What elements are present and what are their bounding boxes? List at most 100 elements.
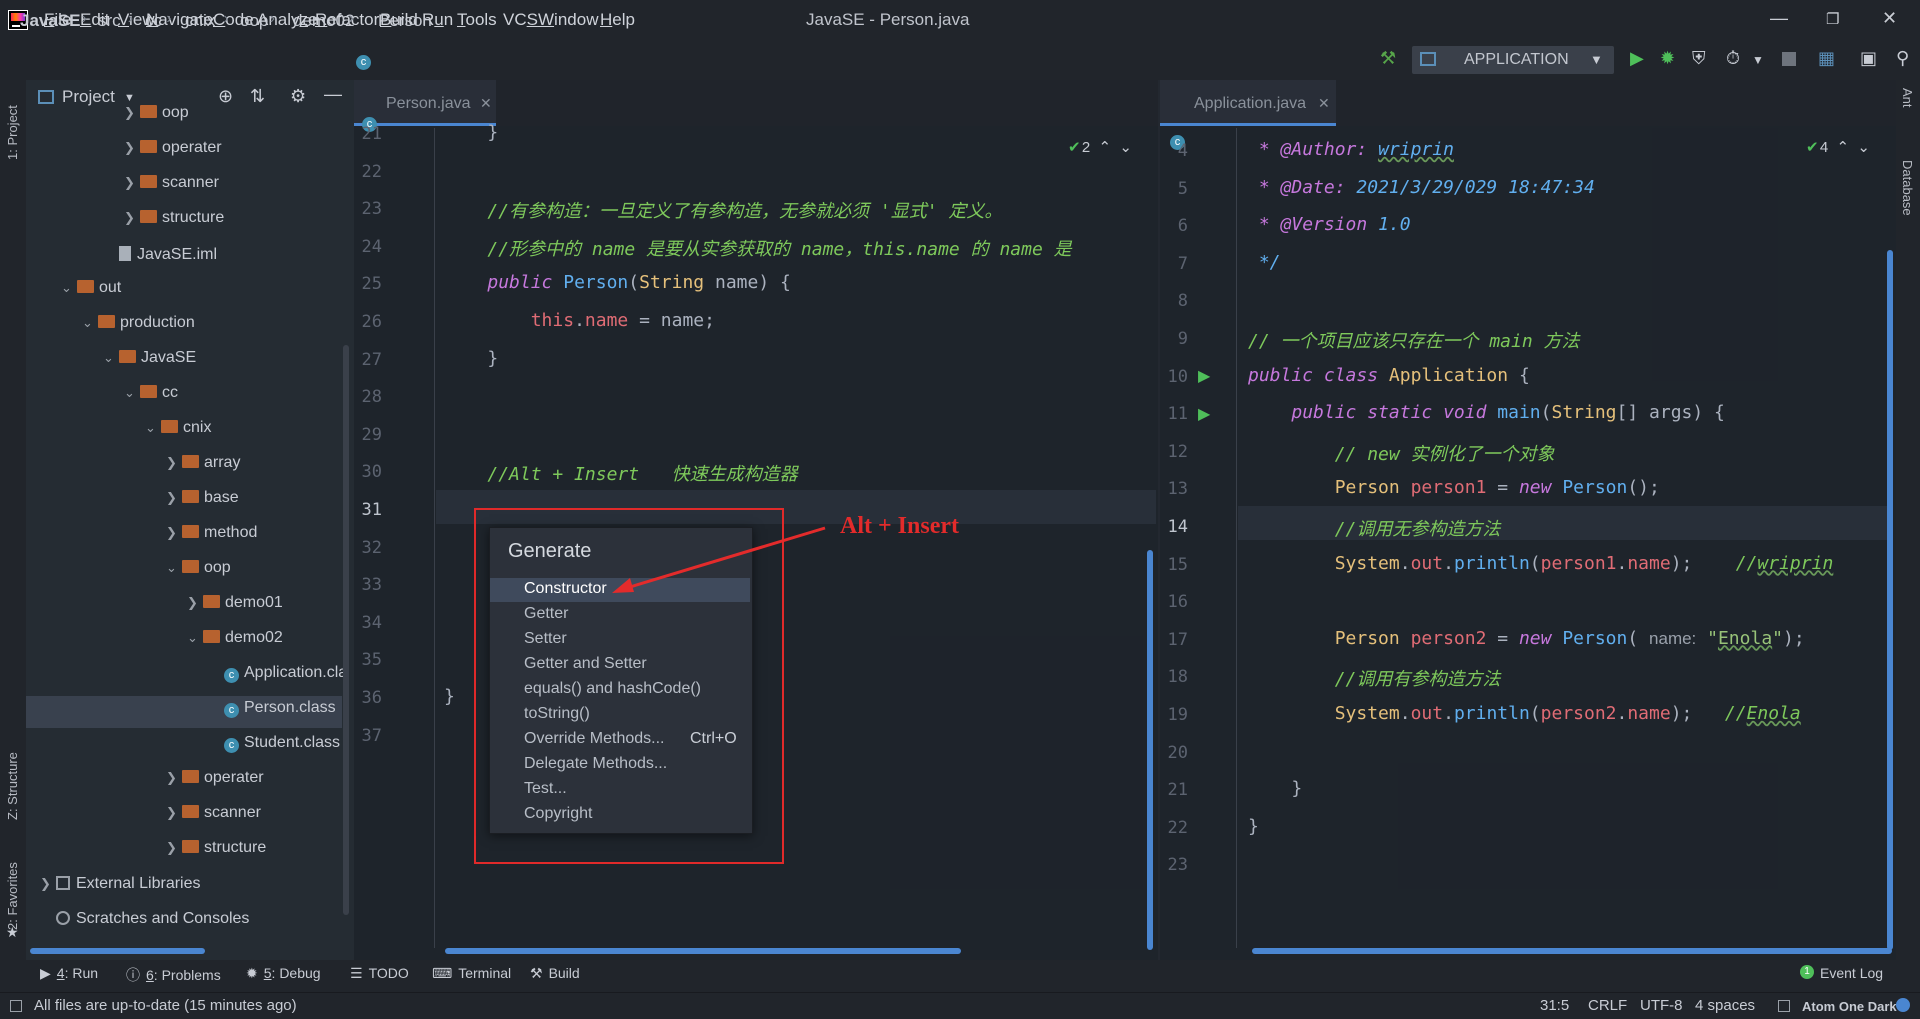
- folder-row-javase[interactable]: ⌄ JavaSE: [103, 349, 196, 367]
- code-line[interactable]: // new 实例化了一个对象: [1248, 440, 1555, 466]
- generate-item-tostring[interactable]: toString(): [524, 705, 590, 723]
- code-line[interactable]: // 一个项目应该只存在一个 main 方法: [1248, 327, 1580, 353]
- database-tool-button[interactable]: Database: [1900, 160, 1915, 240]
- code-line[interactable]: Person person2 = new Person( name: "Enol…: [1248, 628, 1805, 649]
- chevron-icon[interactable]: ❯: [124, 140, 140, 156]
- code-line[interactable]: public Person(String name) {: [444, 272, 790, 293]
- folder-row-base[interactable]: ❯ base: [166, 489, 239, 507]
- breadcrumb-cnix[interactable]: cnix: [185, 11, 215, 31]
- inspection-widget[interactable]: ✔ 2 ⌃ ⌄: [1068, 138, 1132, 156]
- breadcrumb-javase[interactable]: JavaSE: [20, 11, 81, 31]
- folder-row-demo02[interactable]: ⌄ demo02: [187, 629, 283, 647]
- project-scrollbar[interactable]: [343, 345, 349, 915]
- folder-row-out[interactable]: ⌄ out: [61, 279, 121, 297]
- ant-tool-button[interactable]: Ant: [1900, 88, 1915, 138]
- line-separator[interactable]: CRLF: [1588, 997, 1627, 1014]
- run-gutter-icon[interactable]: ▶: [1198, 404, 1210, 424]
- folder-row-operater[interactable]: ❯ operater: [166, 769, 264, 787]
- menu-vcs[interactable]: VCS: [503, 10, 538, 30]
- folder-row-oop[interactable]: ❯ oop: [124, 104, 189, 122]
- code-line[interactable]: public class Application {: [1248, 365, 1530, 386]
- chevron-down-icon[interactable]: ▼: [124, 92, 135, 104]
- folder-row-structure[interactable]: ❯ structure: [166, 839, 266, 857]
- chevron-icon[interactable]: ❯: [124, 105, 140, 121]
- caret-position[interactable]: 31:5: [1540, 997, 1569, 1014]
- code-line[interactable]: * @Date: 2021/3/29/029 18:47:34: [1248, 177, 1595, 198]
- chevron-icon[interactable]: ⌄: [82, 315, 98, 331]
- code-line[interactable]: //有参构造：一旦定义了有参构造，无参就必须 '显式' 定义。: [444, 197, 1002, 223]
- theme-name[interactable]: Atom One Dark: [1802, 999, 1897, 1014]
- collapse-icon[interactable]: ⇅: [250, 86, 265, 107]
- profile-icon[interactable]: ⏱: [1726, 48, 1740, 69]
- file-row-application-cla[interactable]: c Application.cla: [208, 664, 347, 683]
- editor-hscrollbar[interactable]: [445, 948, 961, 954]
- code-line[interactable]: //形参中的 name 是要从实参获取的 name，this.name 的 na…: [444, 235, 1071, 261]
- restore-icon[interactable]: ❐: [1826, 10, 1839, 28]
- event-log-button[interactable]: Event Log: [1820, 965, 1883, 981]
- menu-tools[interactable]: Tools: [457, 10, 497, 30]
- chevron-icon[interactable]: ⌄: [124, 385, 140, 401]
- code-line[interactable]: //Alt + Insert 快速生成构造器: [444, 460, 797, 486]
- search-icon[interactable]: ⚲: [1896, 48, 1909, 69]
- breadcrumb-demo02[interactable]: demo02: [293, 11, 354, 31]
- folder-row-cnix[interactable]: ⌄ cnix: [145, 419, 211, 437]
- code-line[interactable]: }: [1248, 778, 1302, 799]
- file-encoding[interactable]: UTF-8: [1640, 997, 1683, 1014]
- code-line[interactable]: */: [1248, 252, 1281, 273]
- breadcrumb-src[interactable]: src: [98, 11, 121, 31]
- code-line[interactable]: System.out.println(person1.name); //wrip…: [1248, 553, 1834, 574]
- generate-item-constructor[interactable]: Constructor: [524, 580, 607, 598]
- code-line[interactable]: this.name = name;: [444, 310, 715, 331]
- chevron-icon[interactable]: ❯: [40, 876, 56, 892]
- layout-icon[interactable]: ▣: [1860, 48, 1877, 69]
- editor-hscrollbar-right[interactable]: [1252, 948, 1892, 954]
- run-gutter-icon[interactable]: ▶: [1198, 366, 1210, 386]
- project-tool-button[interactable]: 1: Project: [5, 90, 20, 160]
- code-line[interactable]: Person person1 = new Person();: [1248, 477, 1660, 498]
- code-line[interactable]: }: [1248, 816, 1259, 837]
- chevron-icon[interactable]: ❯: [166, 455, 182, 471]
- tool-todo[interactable]: ☰ TODO: [350, 965, 409, 982]
- folder-row-array[interactable]: ❯ array: [166, 454, 240, 472]
- chevron-icon[interactable]: ⌄: [103, 350, 119, 366]
- folder-row-operater[interactable]: ❯ operater: [124, 139, 222, 157]
- folder-row-production[interactable]: ⌄ production: [82, 314, 195, 332]
- debug-icon[interactable]: ✹: [1660, 48, 1675, 69]
- file-row-person-class[interactable]: c Person.class: [208, 699, 336, 718]
- indent-setting[interactable]: 4 spaces: [1695, 997, 1755, 1014]
- menu-help[interactable]: Help: [600, 10, 635, 30]
- chevron-icon[interactable]: ❯: [166, 525, 182, 541]
- file-row-external-libraries[interactable]: ❯ External Libraries: [40, 874, 201, 893]
- build-hammer-icon[interactable]: ⚒: [1380, 48, 1396, 69]
- generate-item-test[interactable]: Test...: [524, 780, 567, 798]
- minimize-icon[interactable]: —: [1770, 8, 1788, 29]
- generate-item-copyright[interactable]: Copyright: [524, 805, 592, 823]
- project-panel-title[interactable]: Project: [62, 87, 115, 107]
- tool-debug[interactable]: ✹ 5: Debug: [246, 965, 321, 982]
- breadcrumb-oop[interactable]: oop: [240, 11, 268, 31]
- chevron-icon[interactable]: ⌄: [61, 280, 77, 296]
- code-line[interactable]: //调用无参构造方法: [1248, 515, 1501, 541]
- tool-run[interactable]: ▶ 4: Run: [40, 965, 98, 982]
- code-line[interactable]: }: [444, 686, 455, 707]
- code-line[interactable]: }: [444, 348, 498, 369]
- chevron-icon[interactable]: ⌄: [166, 560, 182, 576]
- structure-tool-button[interactable]: Z: Structure: [5, 730, 20, 820]
- chevron-icon[interactable]: ⌄: [145, 420, 161, 436]
- generate-item-getter-and-setter[interactable]: Getter and Setter: [524, 655, 647, 673]
- close-tab-icon[interactable]: ✕: [1318, 95, 1330, 112]
- tool-terminal[interactable]: ⌨ Terminal: [432, 965, 511, 982]
- hide-panel-icon[interactable]: —: [324, 84, 342, 105]
- breadcrumb-cc[interactable]: cc: [145, 11, 162, 31]
- code-line[interactable]: * @Version 1.0: [1248, 214, 1411, 235]
- file-row-scratches-and-consoles[interactable]: Scratches and Consoles: [40, 909, 249, 928]
- folder-row-structure[interactable]: ❯ structure: [124, 209, 224, 227]
- generate-item-setter[interactable]: Setter: [524, 630, 567, 648]
- project-structure-icon[interactable]: ▦: [1818, 48, 1835, 69]
- editor-scrollbar[interactable]: [1147, 550, 1153, 950]
- code-line[interactable]: System.out.println(person2.name); //Enol…: [1248, 703, 1801, 724]
- chevron-icon[interactable]: ❯: [166, 490, 182, 506]
- lock-icon[interactable]: [1778, 1000, 1790, 1012]
- code-line[interactable]: * @Author: wriprin: [1248, 139, 1454, 160]
- file-row-student-class[interactable]: c Student.class: [208, 734, 340, 753]
